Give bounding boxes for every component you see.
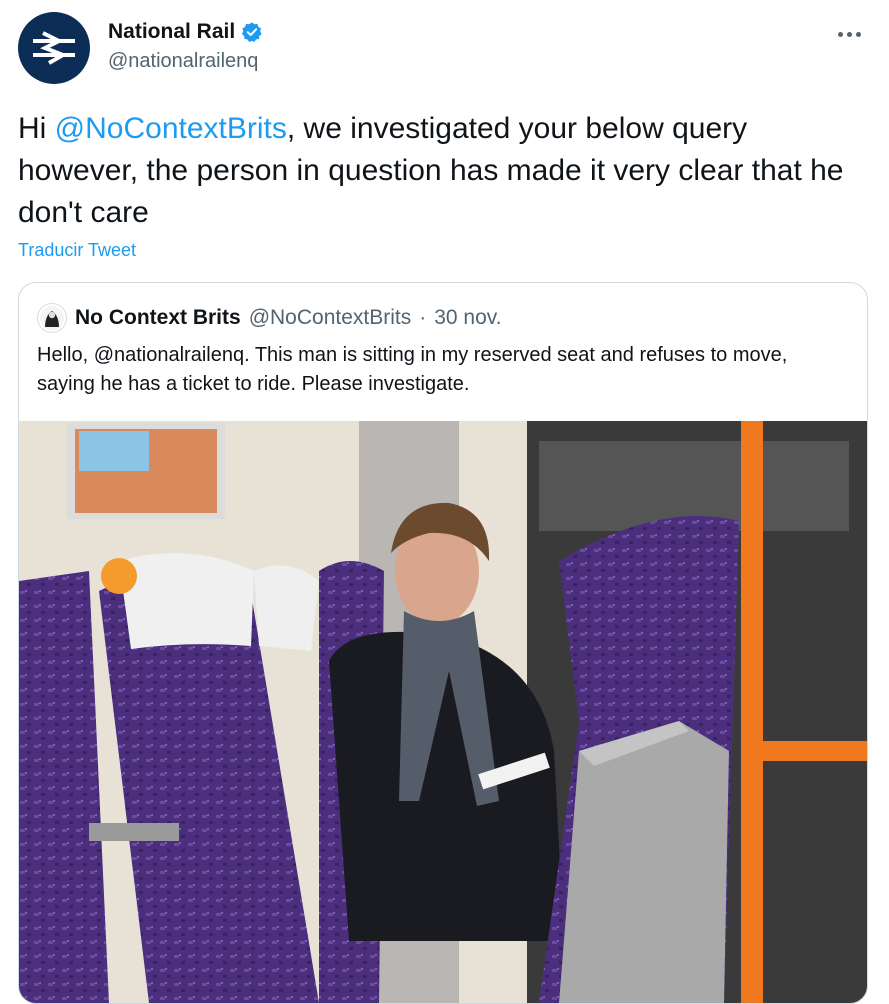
portrait-logo-icon (40, 306, 64, 330)
tweet-text: Hi @NoContextBrits, we investigated your… (18, 108, 868, 234)
orange-object (101, 558, 137, 594)
quoted-author-handle[interactable]: @NoContextBrits (249, 306, 412, 330)
quoted-avatar[interactable] (37, 303, 67, 333)
quoted-tweet-card[interactable]: No Context Brits @NoContextBrits · 30 no… (18, 282, 868, 1004)
tweet-text-prefix: Hi (18, 112, 55, 145)
poster-sky (79, 431, 149, 471)
author-names: National Rail @nationalrailenq (108, 20, 263, 73)
national-rail-logo-icon (33, 31, 75, 65)
avatar[interactable] (18, 12, 90, 84)
dot (837, 31, 843, 37)
author-handle[interactable]: @nationalrailenq (108, 50, 263, 73)
front-seat-back (559, 721, 729, 1003)
translate-tweet-link[interactable]: Traducir Tweet (18, 240, 136, 261)
orange-pole (741, 421, 763, 1003)
orange-handrail (763, 741, 867, 761)
author-display-name-row[interactable]: National Rail (108, 20, 263, 44)
dot (846, 31, 852, 37)
train-interior-photo[interactable] (19, 421, 867, 1003)
armrest (89, 823, 179, 841)
meta-separator: · (419, 306, 427, 329)
quoted-tweet-text: Hello, @nationalrailenq. This man is sit… (37, 344, 788, 395)
quoted-tweet-date[interactable]: 30 nov. (434, 306, 501, 330)
more-options-icon[interactable] (831, 22, 867, 46)
seat-headrest-cover (119, 553, 254, 649)
tweet-header: National Rail @nationalrailenq (18, 12, 871, 84)
quoted-tweet-header: No Context Brits @NoContextBrits · 30 no… (37, 303, 502, 333)
quoted-author-name[interactable]: No Context Brits (75, 306, 241, 330)
author-name[interactable]: National Rail (108, 20, 235, 44)
dot (855, 31, 861, 37)
seat-headrest-cover (254, 565, 319, 651)
mention-link[interactable]: @NoContextBrits (55, 112, 287, 145)
verified-badge-icon (242, 22, 262, 42)
